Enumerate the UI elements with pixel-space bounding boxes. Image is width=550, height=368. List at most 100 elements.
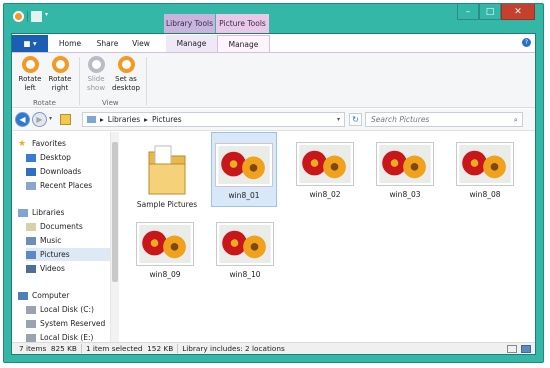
file-name: win8_03 [389,190,421,199]
nav-favorites[interactable]: ★ Favorites [18,137,116,150]
title-bar: ▾ Library Tools Picture Tools – □ ✕ [4,4,543,33]
image-item[interactable]: win8_08 [452,140,518,215]
breadcrumb-pictures[interactable]: Pictures [152,115,182,124]
window-frame: ▾ Library Tools Picture Tools – □ ✕ ■ ▾ … [3,3,544,363]
large-icons-view-icon[interactable] [521,344,531,353]
ribbon-manage: Rotate left Rotate right Rotate Slide sh… [12,52,535,108]
group-view-label: View [102,99,119,107]
minimize-button[interactable]: – [457,4,479,20]
tab-file[interactable]: ■ ▾ [12,35,48,52]
recent-places-icon [26,181,36,190]
desktop-icon [26,153,36,162]
image-item-selected[interactable]: win8_01 [211,132,277,207]
music-icon [26,236,36,245]
file-name: win8_02 [309,190,341,199]
nav-recent-places-label: Recent Places [40,181,93,190]
libraries-folder-icon [87,116,96,123]
scrollbar-thumb[interactable] [112,142,118,282]
image-thumbnail [376,142,434,186]
drive-icon [26,333,36,342]
ribbon-group-separator [146,57,147,105]
help-icon[interactable]: ? [522,38,531,47]
properties-icon[interactable] [13,11,24,22]
status-library-includes: Library includes: 2 locations [182,344,285,353]
file-name: win8_08 [469,190,501,199]
nav-music-label: Music [40,236,62,245]
nav-pictures-label: Pictures [40,250,70,259]
file-name: Sample Pictures [136,200,198,209]
address-history-icon[interactable]: ▾ [337,116,340,123]
set-as-desktop-button[interactable]: Set as desktop [110,56,142,93]
navigation-pane: ★ Favorites Desktop Downloads Recent Plac… [12,132,119,342]
picture-tools-context-label: Picture Tools [216,14,269,33]
nav-favorites-label: Favorites [32,139,66,148]
nav-pictures[interactable]: Pictures [26,248,110,261]
pictures-icon [26,250,36,259]
status-selection: 1 item selected 152 KB [82,344,179,353]
rotate-right-button[interactable]: Rotate right [46,56,74,93]
folder-icon [148,145,186,195]
refresh-icon[interactable]: ↻ [349,113,362,126]
details-view-icon[interactable] [507,344,517,353]
image-item[interactable]: win8_09 [132,220,198,295]
image-item[interactable]: win8_10 [212,220,278,295]
status-selected-count: 1 item selected [85,344,143,353]
tab-manage-library[interactable]: Manage [166,35,217,52]
recent-locations-icon[interactable]: ▾ [49,115,52,122]
slide-show-button[interactable]: Slide show [82,56,110,93]
status-selected-size: 152 KB [147,344,174,353]
tab-home[interactable]: Home [51,35,89,52]
rotate-left-icon [21,56,39,73]
drive-icon [26,305,36,314]
window-controls: – □ ✕ [457,4,535,20]
image-item[interactable]: win8_03 [372,140,438,215]
star-icon: ★ [18,138,27,149]
nav-libraries-label: Libraries [32,208,65,217]
new-folder-icon[interactable] [31,11,42,22]
arrow-right-icon: ▶ [36,115,43,124]
rotate-right-label: Rotate right [48,75,72,92]
search-input[interactable]: Search Pictures ⌕ [365,112,523,127]
downloads-icon [26,167,36,176]
breadcrumb-libraries[interactable]: Libraries [108,115,140,124]
rotate-left-button[interactable]: Rotate left [16,56,44,93]
address-bar[interactable]: ▸ Libraries ▸ Pictures ▾ [82,112,345,127]
forward-button[interactable]: ▶ [32,112,47,127]
nav-scrollbar[interactable] [110,132,119,342]
videos-icon [26,264,36,273]
status-items: 7 items 825 KB [15,344,82,353]
tab-view[interactable]: View [126,35,156,52]
close-button[interactable]: ✕ [501,4,535,20]
back-button[interactable]: ◀ [15,112,30,127]
search-icon: ⌕ [513,114,518,124]
maximize-button[interactable]: □ [479,4,501,20]
computer-icon [18,291,28,300]
nav-local-disk-e-label: Local Disk (E:) [40,333,94,342]
nav-computer-label: Computer [32,291,70,300]
customize-toolbar-icon[interactable]: ▾ [45,11,51,22]
toolbar-separator [27,11,28,22]
folder-item[interactable]: Sample Pictures [134,140,200,215]
arrow-left-icon: ◀ [19,115,26,124]
file-name: win8_10 [229,270,261,279]
nav-system-reserved-label: System Reserved [40,319,106,328]
library-tools-context-label: Library Tools [164,14,215,33]
tab-share[interactable]: Share [89,35,126,52]
breadcrumb-separator: ▸ [100,115,104,124]
image-thumbnail [136,222,194,266]
tab-manage-picture[interactable]: Manage [217,35,270,52]
libraries-icon [18,208,28,217]
search-placeholder: Search Pictures [371,115,430,124]
ribbon-group-separator [79,57,80,105]
up-folder-icon[interactable] [60,114,71,125]
nav-local-disk-c-label: Local Disk (C:) [40,305,94,314]
nav-computer[interactable]: Computer [18,289,116,302]
nav-videos-label: Videos [40,264,65,273]
set-as-desktop-label: Set as desktop [112,75,140,92]
group-rotate-label: Rotate [33,99,56,107]
drive-icon [26,319,36,328]
image-item[interactable]: win8_02 [292,140,358,215]
nav-documents-label: Documents [40,222,83,231]
slide-show-icon [87,56,105,73]
nav-libraries[interactable]: Libraries [18,206,116,219]
